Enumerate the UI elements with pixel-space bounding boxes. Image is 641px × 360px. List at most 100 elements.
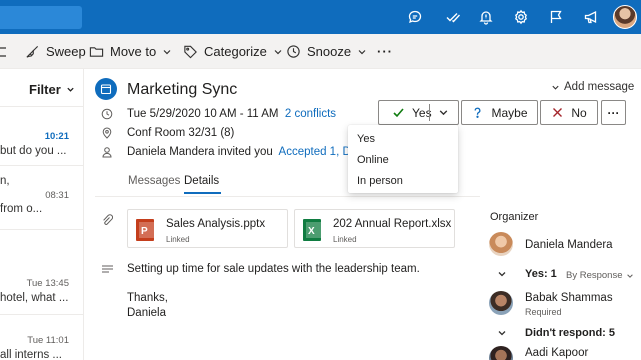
list-separator bbox=[0, 229, 84, 230]
broom-icon bbox=[26, 45, 39, 58]
organizer-name[interactable]: Daniela Mandera bbox=[525, 239, 613, 251]
categorize-button[interactable]: Categorize bbox=[183, 34, 283, 69]
attachment-status: Linked bbox=[166, 235, 190, 244]
message-time: 08:31 bbox=[45, 190, 69, 201]
sort-by-response[interactable]: By Response bbox=[566, 270, 634, 281]
attendee-name[interactable]: Babak Shammas bbox=[525, 292, 613, 304]
sweep-button[interactable]: Sweep bbox=[25, 34, 86, 69]
bell-icon[interactable] bbox=[476, 7, 496, 27]
attachment-card[interactable]: P Sales Analysis.pptx Linked bbox=[127, 209, 288, 248]
body-line: Daniela bbox=[127, 307, 166, 319]
user-avatar[interactable] bbox=[613, 5, 637, 29]
attendee-role: Required bbox=[525, 307, 562, 317]
check-double-icon[interactable] bbox=[443, 7, 463, 27]
group-no-response-label: Didn't respond: 5 bbox=[525, 327, 616, 339]
chevron-down-icon bbox=[67, 87, 74, 92]
add-message-button[interactable]: Add message bbox=[551, 81, 634, 93]
filter-button[interactable]: Filter bbox=[29, 82, 75, 97]
menu-item-online[interactable]: Online bbox=[357, 154, 389, 166]
rsvp-yes-dropdown-toggle[interactable] bbox=[438, 107, 449, 118]
list-separator bbox=[0, 106, 84, 107]
tab-separator bbox=[95, 196, 480, 197]
message-preview-fragment[interactable]: from o... bbox=[0, 203, 42, 215]
gear-icon[interactable] bbox=[511, 7, 531, 27]
message-preview-fragment[interactable]: n, bbox=[0, 175, 10, 187]
rsvp-maybe-label: Maybe bbox=[491, 105, 528, 120]
tab-details[interactable]: Details bbox=[184, 175, 219, 187]
message-list: Filter 10:21 but do you ... n, 08:31 fro… bbox=[0, 69, 84, 360]
snooze-button[interactable]: Snooze bbox=[286, 34, 367, 69]
person-icon bbox=[102, 147, 112, 158]
clock-icon bbox=[101, 108, 113, 120]
message-preview[interactable]: hotel, what ... bbox=[0, 292, 68, 304]
tag-icon bbox=[184, 45, 197, 59]
rsvp-more-button[interactable]: ··· bbox=[601, 100, 626, 125]
move-to-button[interactable]: Move to bbox=[89, 34, 172, 69]
move-to-label: Move to bbox=[110, 44, 157, 59]
message-time: Tue 11:01 bbox=[27, 335, 69, 346]
chat-icon[interactable] bbox=[405, 7, 425, 27]
svg-text:P: P bbox=[141, 226, 148, 237]
paperclip-icon bbox=[103, 214, 113, 225]
rsvp-no-button[interactable]: No bbox=[540, 100, 598, 125]
invited-by-text: Daniela Mandera invited you bbox=[127, 146, 273, 158]
avatar[interactable] bbox=[489, 232, 513, 256]
attachment-card[interactable]: X 202 Annual Report.xlsx Linked bbox=[294, 209, 455, 248]
more-commands-button[interactable]: ··· bbox=[377, 34, 393, 69]
rsvp-maybe-button[interactable]: Maybe bbox=[461, 100, 538, 125]
chevron-down-icon[interactable] bbox=[497, 269, 507, 279]
menu-item-yes[interactable]: Yes bbox=[357, 133, 375, 145]
rsvp-no-label: No bbox=[571, 105, 587, 120]
event-invited-by: Daniela Mandera invited you Accepted 1, … bbox=[127, 146, 372, 158]
tab-active-indicator bbox=[184, 192, 221, 194]
clock-icon bbox=[287, 45, 300, 58]
flag-icon[interactable] bbox=[546, 7, 566, 27]
body-line: Setting up time for sale updates with th… bbox=[127, 263, 420, 275]
datetime-text: Tue 5/29/2020 10 AM - 11 AM bbox=[127, 108, 279, 120]
excel-file-icon: X bbox=[303, 219, 321, 241]
chevron-down-icon bbox=[626, 273, 633, 278]
attachment-status: Linked bbox=[333, 235, 357, 244]
rsvp-options-menu: Yes Online In person bbox=[348, 125, 458, 193]
message-time: 10:21 bbox=[44, 131, 69, 142]
chevron-down-icon bbox=[358, 49, 366, 54]
message-preview[interactable]: but do you ... bbox=[0, 145, 67, 157]
categorize-label: Categorize bbox=[204, 44, 267, 59]
command-bar-overflow-edge bbox=[0, 46, 8, 58]
message-preview[interactable]: all interns ... bbox=[0, 349, 62, 360]
chevron-down-icon bbox=[552, 85, 559, 90]
group-yes-label: Yes: 1 bbox=[525, 268, 557, 280]
filter-label: Filter bbox=[29, 82, 61, 97]
list-separator bbox=[0, 165, 84, 166]
avatar[interactable] bbox=[489, 346, 513, 360]
command-bar: Sweep Move to Categorize Snooze ··· bbox=[0, 34, 641, 69]
attachment-name: Sales Analysis.pptx bbox=[166, 218, 266, 230]
folder-move-icon bbox=[89, 47, 104, 57]
chevron-down-icon[interactable] bbox=[497, 328, 507, 338]
calendar-icon bbox=[95, 78, 117, 100]
close-icon bbox=[553, 108, 563, 117]
menu-item-in-person[interactable]: In person bbox=[357, 175, 403, 187]
body-line: Thanks, bbox=[127, 292, 168, 304]
search-box[interactable] bbox=[0, 6, 82, 29]
list-separator bbox=[0, 314, 84, 315]
message-time: Tue 13:45 bbox=[26, 278, 69, 289]
split-divider bbox=[429, 104, 430, 121]
sort-label-text: By Response bbox=[566, 270, 623, 281]
conflicts-link[interactable]: 2 conflicts bbox=[285, 108, 336, 120]
more-label: ··· bbox=[377, 44, 393, 59]
megaphone-icon[interactable] bbox=[581, 7, 601, 27]
attendee-name[interactable]: Aadi Kapoor bbox=[525, 347, 588, 359]
rsvp-more-label: ··· bbox=[607, 105, 620, 120]
question-icon bbox=[475, 107, 481, 118]
tab-messages[interactable]: Messages bbox=[128, 175, 180, 187]
location-icon bbox=[102, 127, 112, 139]
snooze-label: Snooze bbox=[307, 44, 352, 59]
organizer-heading: Organizer bbox=[490, 211, 539, 223]
event-location: Conf Room 32/31 (8) bbox=[127, 127, 235, 139]
avatar[interactable] bbox=[489, 291, 513, 315]
sweep-label: Sweep bbox=[46, 44, 86, 59]
chevron-down-icon bbox=[439, 110, 448, 116]
add-message-label: Add message bbox=[564, 81, 635, 93]
event-datetime: Tue 5/29/2020 10 AM - 11 AM 2 conflicts bbox=[127, 108, 336, 120]
